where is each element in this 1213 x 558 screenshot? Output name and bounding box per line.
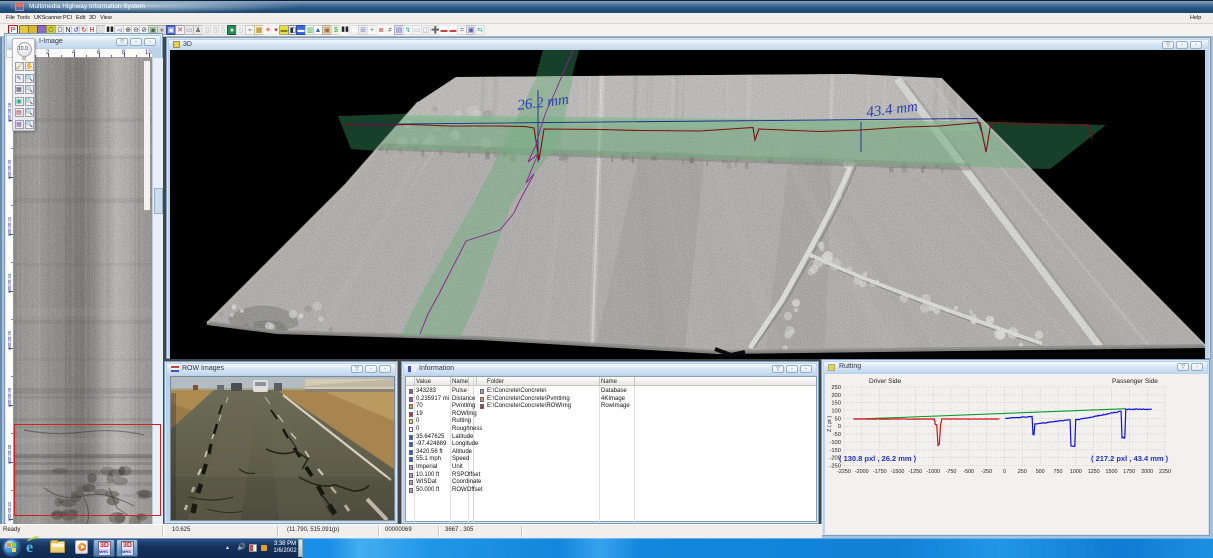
svg-text:-2000: -2000 [855, 469, 869, 475]
svg-text:Driver Side: Driver Side [869, 378, 902, 385]
svg-text:1750: 1750 [1123, 469, 1135, 475]
svg-text:0: 0 [838, 424, 841, 430]
svg-text:500: 500 [1036, 469, 1045, 475]
svg-text:-150: -150 [829, 448, 841, 454]
svg-text:750: 750 [1054, 469, 1063, 475]
svg-text:Z ( pt ): Z ( pt ) [827, 416, 833, 432]
svg-text:250: 250 [1018, 469, 1027, 475]
svg-text:-100: -100 [829, 440, 841, 446]
svg-text:-50: -50 [833, 432, 841, 438]
svg-text:-250: -250 [981, 469, 992, 475]
svg-text:-1000: -1000 [926, 469, 940, 475]
svg-text:200: 200 [831, 393, 841, 399]
svg-text:( 130.8 pxl , 26.2 mm ): ( 130.8 pxl , 26.2 mm ) [839, 454, 917, 463]
svg-text:-750: -750 [946, 469, 957, 475]
svg-text:250: 250 [831, 385, 841, 391]
svg-text:-2250: -2250 [837, 469, 851, 475]
svg-text:2250: 2250 [1159, 469, 1171, 475]
svg-text:-1750: -1750 [873, 469, 887, 475]
svg-text:100: 100 [831, 409, 841, 415]
svg-text:-500: -500 [963, 469, 974, 475]
svg-text:2000: 2000 [1141, 469, 1153, 475]
svg-text:1250: 1250 [1088, 469, 1100, 475]
svg-text:0: 0 [1003, 469, 1006, 475]
svg-text:( 217.2 pxl , 43.4 mm ): ( 217.2 pxl , 43.4 mm ) [1091, 454, 1169, 463]
svg-text:-1250: -1250 [908, 469, 922, 475]
svg-text:150: 150 [831, 401, 841, 407]
svg-text:1500: 1500 [1106, 469, 1118, 475]
svg-text:-1500: -1500 [891, 469, 905, 475]
svg-text:1000: 1000 [1070, 469, 1082, 475]
svg-text:Passenger Side: Passenger Side [1112, 378, 1158, 385]
svg-text:50: 50 [835, 416, 841, 422]
